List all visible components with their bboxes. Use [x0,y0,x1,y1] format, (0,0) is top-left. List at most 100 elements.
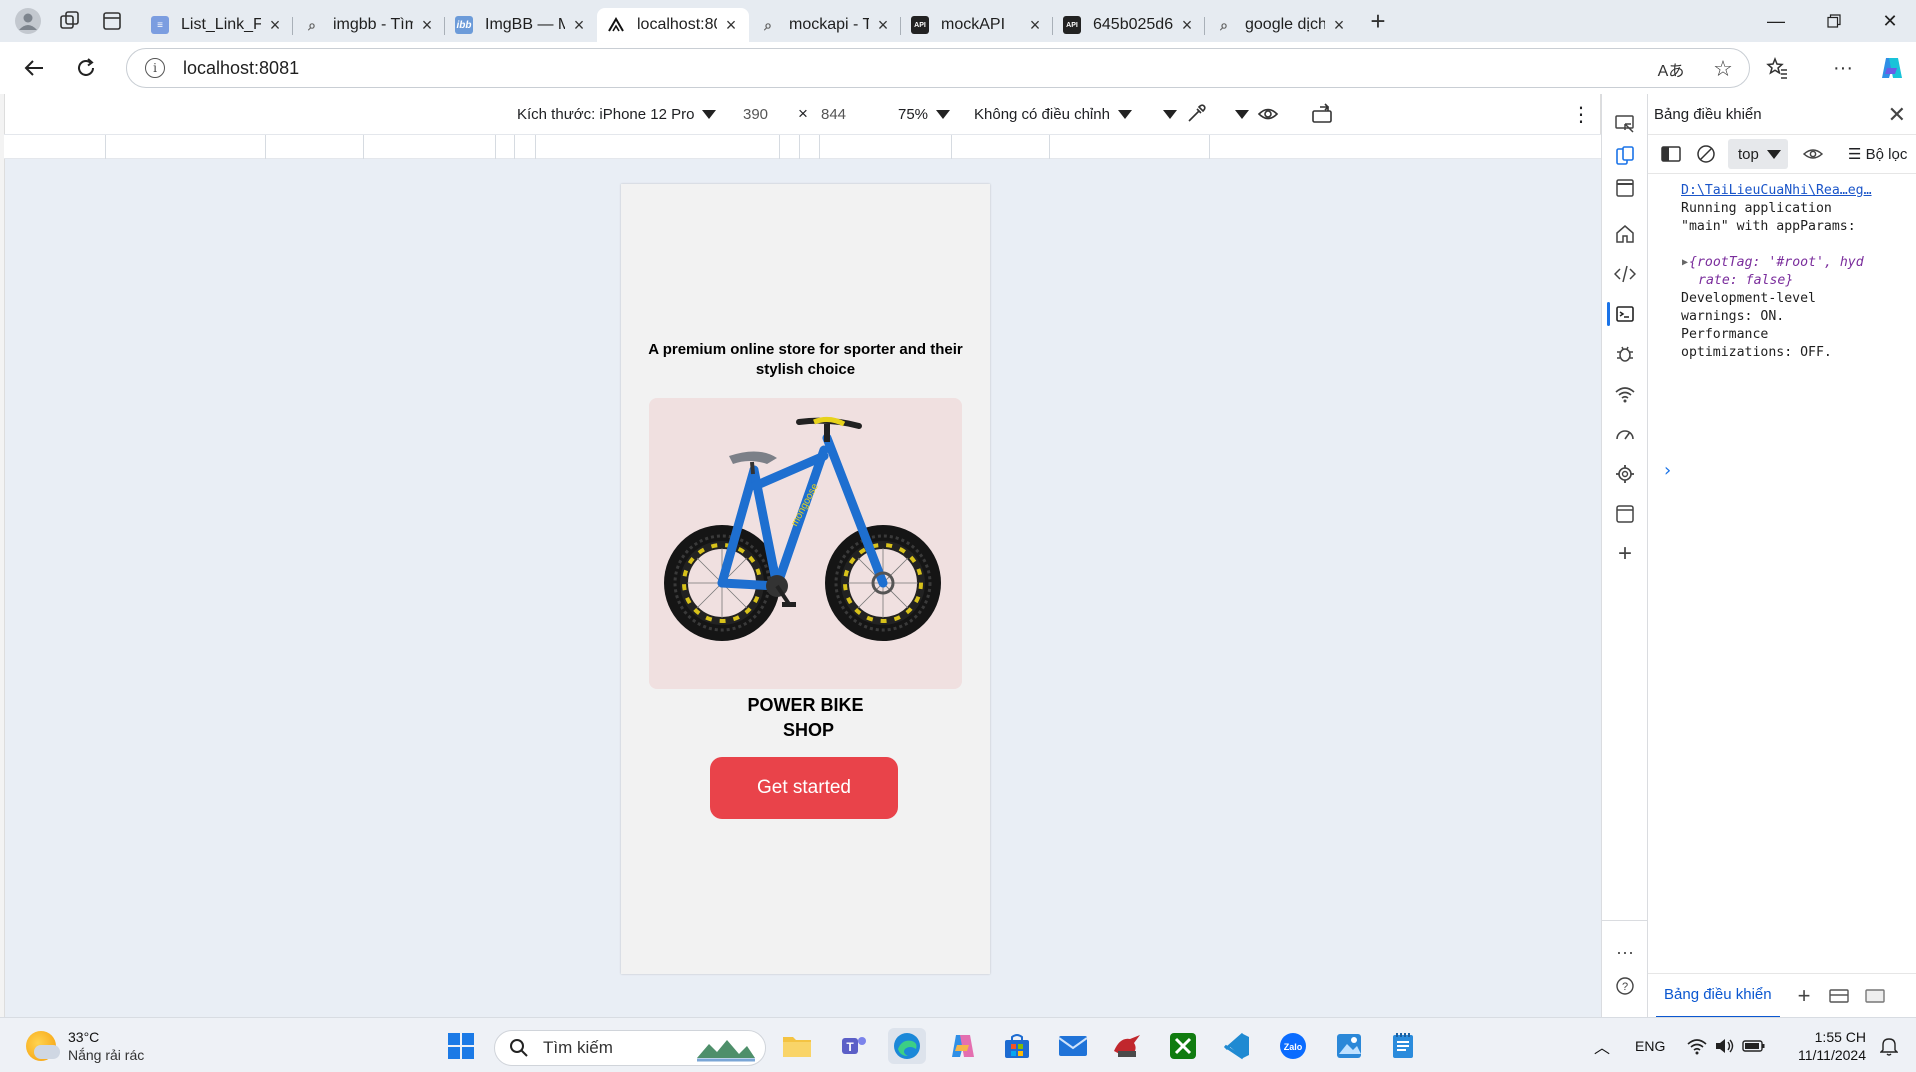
console-object[interactable]: ▶ {rootTag: '#root', hyd [1648,254,1916,272]
performance-tool-button[interactable] [1602,414,1648,454]
svg-text:Zalo: Zalo [1284,1042,1303,1052]
close-tab-icon[interactable]: × [1331,15,1347,36]
clock[interactable]: 1:55 CH 11/11/2024 [1780,1018,1866,1072]
close-tab-icon[interactable]: × [875,15,891,36]
drawer-tab-console[interactable]: Bảng điều khiển [1656,974,1780,1018]
input-language[interactable]: ENG [1635,1018,1665,1072]
teams-app[interactable]: T [834,1028,872,1064]
copilot-button[interactable] [1876,52,1908,84]
notepad-app[interactable] [1384,1028,1422,1064]
xbox-app[interactable] [1164,1028,1202,1064]
notification-bell-button[interactable] [1880,1018,1898,1072]
settings-more-button[interactable]: ··· [1826,54,1860,82]
close-tab-icon[interactable]: × [419,15,435,36]
devtools-console-panel: Bảng điều khiển ✕ top ☰ Bộ lọc D:\TaiLie… [1647,94,1916,1018]
console-filter[interactable]: ☰ Bộ lọc [1848,145,1907,163]
zalo-app[interactable]: Zalo [1274,1028,1312,1064]
close-devtools-button[interactable]: ✕ [1888,102,1906,128]
plus-icon: + [1370,5,1386,36]
device-height-input[interactable]: 844 [821,94,846,134]
minimize-button[interactable]: — [1748,0,1804,42]
restore-button[interactable] [1806,0,1862,42]
weather-widget[interactable]: 33°C Nắng rải rác [26,1028,144,1064]
memory-tool-button[interactable] [1602,454,1648,494]
window-icon [1616,179,1634,197]
browser-tab[interactable]: ≡ List_Link_Figma - × [141,8,293,42]
workspaces-button[interactable] [49,0,91,42]
url-text[interactable]: localhost:8081 [183,58,299,79]
sidebar-toggle-icon[interactable] [1660,144,1682,164]
edge-app[interactable] [888,1028,926,1064]
taskbar-search[interactable]: Tìm kiếm [494,1030,766,1066]
get-started-button[interactable]: Get started [710,757,898,819]
more-tools-button[interactable]: + [1602,534,1648,574]
browser-tab[interactable]: ⌕ google dịch - Tìm × [1205,8,1357,42]
close-window-button[interactable]: ✕ [1862,0,1916,42]
undock-drawer-icon[interactable] [1864,987,1886,1005]
dock-button[interactable] [1602,168,1648,208]
reload-button[interactable] [60,42,112,94]
back-button[interactable] [8,42,60,94]
zoom-select[interactable]: 75% [898,94,951,134]
device-width-input[interactable]: 390 [743,94,768,134]
welcome-tool-button[interactable] [1602,214,1648,254]
console-source-link[interactable]: D:\TaiLieuCuaNhi\Rea…eg… [1648,182,1916,200]
mail-app[interactable] [1054,1028,1092,1064]
sources-tool-button[interactable] [1602,334,1648,374]
rotate-button[interactable] [1311,94,1335,134]
media-query-ruler[interactable] [4,134,1601,159]
translate-icon[interactable]: Aあ [1645,57,1697,81]
vertical-tabs-button[interactable] [91,0,133,42]
browser-tab-active[interactable]: localhost:8081 × [597,8,749,42]
site-info-icon[interactable]: i [145,58,165,78]
inspect-icon [1615,115,1634,133]
context-select[interactable]: top [1728,139,1788,169]
device-dimensions-select[interactable]: Kích thước: iPhone 12 Pro [517,94,717,134]
new-tab-button[interactable]: + [1357,0,1399,42]
application-tool-button[interactable] [1602,494,1648,534]
system-status-icons[interactable] [1686,1018,1766,1072]
store-app[interactable] [998,1028,1036,1064]
browser-tab[interactable]: ⌕ imgbb - Tìm kiếm × [293,8,445,42]
vision-deficiency-button[interactable] [1227,94,1279,134]
close-tab-icon[interactable]: × [571,15,587,36]
copilot-app[interactable] [944,1028,982,1064]
help-button[interactable]: ? [1602,966,1648,1006]
elements-tool-button[interactable] [1602,254,1648,294]
network-tool-button[interactable] [1602,374,1648,414]
chevron-up-icon: ︿ [1594,1039,1611,1057]
live-expression-eye-icon[interactable] [1802,144,1824,164]
browser-tab[interactable]: ibb ImgBB — Máy chủ × [445,8,597,42]
address-bar[interactable]: i localhost:8081 Aあ ☆ [126,48,1750,88]
sensors-button[interactable] [1155,94,1207,134]
close-tab-icon[interactable]: × [1027,15,1043,36]
vscode-app[interactable] [1218,1028,1256,1064]
profile-button[interactable] [7,0,49,42]
show-hidden-icons-button[interactable]: ︿ [1594,1018,1610,1072]
close-tab-icon[interactable]: × [1179,15,1195,36]
start-button[interactable] [442,1028,480,1064]
expand-triangle-icon[interactable]: ▶ [1682,254,1688,272]
console-panel-title: Bảng điều khiển [1654,105,1762,123]
device-emulation-icon [1616,146,1634,165]
favorite-star-icon[interactable]: ☆ [1697,56,1749,82]
copilot-icon [952,1035,974,1057]
console-tool-button[interactable] [1602,294,1648,334]
clear-console-icon[interactable] [1696,144,1716,164]
close-tab-icon[interactable]: × [267,15,283,36]
close-tab-icon[interactable]: × [723,15,739,36]
mysql-app[interactable] [1108,1028,1146,1064]
copilot-icon [1882,58,1902,78]
favorites-button[interactable] [1760,54,1794,82]
add-drawer-tab-icon[interactable]: + [1798,983,1811,1009]
browser-tab[interactable]: API mockAPI × [901,8,1053,42]
throttling-select[interactable]: Không có điều chỉnh [974,94,1132,134]
photos-app[interactable] [1330,1028,1368,1064]
console-prompt-icon[interactable]: › [1662,462,1673,480]
device-toolbar-more-button[interactable]: ⋮ [1571,94,1591,134]
browser-tab[interactable]: ⌕ mockapi - Tìm kiếm × [749,8,901,42]
file-explorer-app[interactable] [778,1028,816,1064]
tab-title: localhost:8081 [637,16,717,33]
browser-tab[interactable]: API 645b025d65bd8 × [1053,8,1205,42]
dock-panel-icon[interactable] [1828,987,1850,1005]
